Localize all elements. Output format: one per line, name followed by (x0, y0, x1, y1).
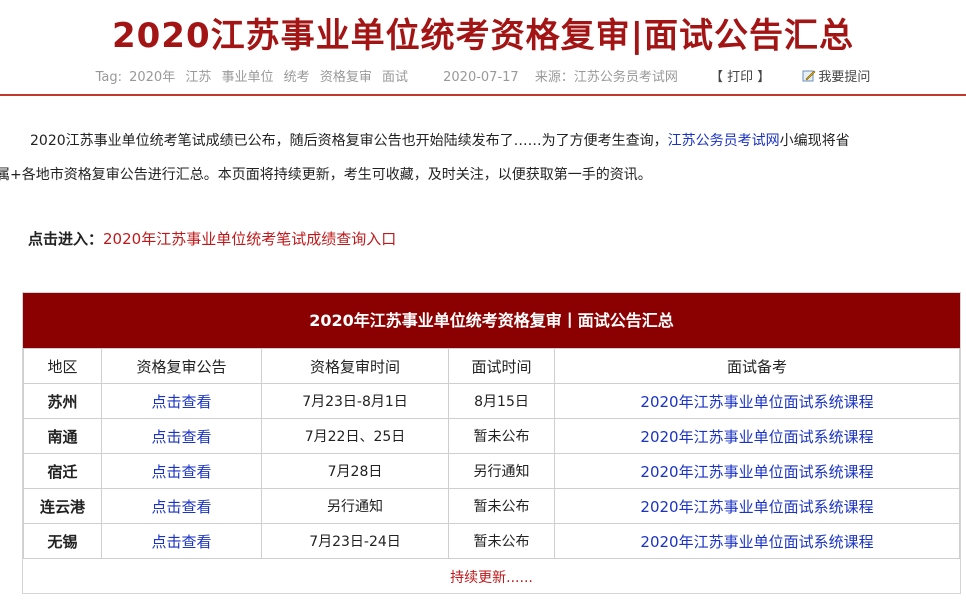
tag-link[interactable]: 江苏 (185, 70, 211, 85)
tag-link[interactable]: 事业单位 (222, 70, 274, 85)
notice-cell: 点击查看 (101, 418, 262, 454)
table-row: 苏州 点击查看 7月23日-8月1日 8月15日 2020年江苏事业单位面试系统… (23, 383, 960, 419)
prep-cell: 2020年江苏事业单位面试系统课程 (554, 488, 960, 524)
tag-link[interactable]: 面试 (382, 70, 408, 85)
view-notice-link[interactable]: 点击查看 (151, 498, 211, 516)
article-meta: Tag: 2020年 江苏 事业单位 统考 资格复审 面试 2020-07-17… (0, 66, 966, 85)
interview-time-cell: 暂未公布 (448, 418, 555, 454)
col-header: 资格复审时间 (261, 348, 449, 384)
notice-cell: 点击查看 (101, 523, 262, 559)
col-header: 面试备考 (554, 348, 960, 384)
intro-line-1: 2020江苏事业单位统考笔试成绩已公布，随后资格复审公告也开始陆续发布了……为了… (0, 124, 966, 158)
view-notice-link[interactable]: 点击查看 (151, 463, 211, 481)
region-cell: 无锡 (23, 523, 102, 559)
col-header: 资格复审公告 (101, 348, 262, 384)
table-header-row: 地区 资格复审公告 资格复审时间 面试时间 面试备考 (23, 348, 960, 384)
score-query-link[interactable]: 2020年江苏事业单位统考笔试成绩查询入口 (103, 230, 396, 248)
header-divider (0, 94, 966, 96)
entry-label: 点击进入： (28, 230, 104, 248)
prep-course-link[interactable]: 2020年江苏事业单位面试系统课程 (640, 393, 873, 411)
review-time-cell: 7月28日 (261, 453, 449, 489)
review-time-cell: 7月23日-8月1日 (261, 383, 449, 419)
continuous-update-note: 持续更新...... (450, 570, 533, 586)
intro-text-b: 小编现将省 (779, 133, 850, 149)
intro-line-2: 属+各地市资格复审公告进行汇总。本页面将持续更新，考生可收藏，及时关注，以便获取… (0, 167, 652, 183)
prep-course-link[interactable]: 2020年江苏事业单位面试系统课程 (640, 428, 873, 446)
review-time-cell: 7月23日-24日 (261, 523, 449, 559)
prep-cell: 2020年江苏事业单位面试系统课程 (554, 418, 960, 454)
site-link[interactable]: 江苏公务员考试网 (668, 133, 780, 149)
notice-cell: 点击查看 (101, 383, 262, 419)
tag-list: Tag: 2020年 江苏 事业单位 统考 资格复审 面试 (96, 70, 416, 85)
summary-table: 2020年江苏事业单位统考资格复审丨面试公告汇总 地区 资格复审公告 资格复审时… (22, 292, 961, 594)
ask-label: 我要提问 (818, 70, 871, 85)
table-row: 无锡 点击查看 7月23日-24日 暂未公布 2020年江苏事业单位面试系统课程 (23, 523, 960, 559)
notice-cell: 点击查看 (101, 488, 262, 524)
interview-time-cell: 8月15日 (448, 383, 555, 419)
table-row: 连云港 点击查看 另行通知 暂未公布 2020年江苏事业单位面试系统课程 (23, 488, 960, 524)
region-cell: 南通 (23, 418, 102, 454)
intro-paragraph: 2020江苏事业单位统考笔试成绩已公布，随后资格复审公告也开始陆续发布了……为了… (0, 124, 966, 192)
ask-button[interactable]: 我要提问 (802, 70, 870, 85)
prep-cell: 2020年江苏事业单位面试系统课程 (554, 453, 960, 489)
interview-time-cell: 暂未公布 (448, 523, 555, 559)
prep-course-link[interactable]: 2020年江苏事业单位面试系统课程 (640, 533, 873, 551)
table-row: 宿迁 点击查看 7月28日 另行通知 2020年江苏事业单位面试系统课程 (23, 453, 960, 489)
page-title: 2020江苏事业单位统考资格复审|面试公告汇总 (111, 16, 855, 56)
review-time-cell: 7月22日、25日 (261, 418, 449, 454)
publish-date: 2020-07-17 (443, 70, 519, 85)
prep-cell: 2020年江苏事业单位面试系统课程 (554, 383, 960, 419)
prep-course-link[interactable]: 2020年江苏事业单位面试系统课程 (640, 498, 873, 516)
tag-link[interactable]: 资格复审 (320, 70, 372, 85)
view-notice-link[interactable]: 点击查看 (151, 428, 211, 446)
col-header: 面试时间 (448, 348, 555, 384)
notice-cell: 点击查看 (101, 453, 262, 489)
prep-course-link[interactable]: 2020年江苏事业单位面试系统课程 (640, 463, 873, 481)
region-cell: 宿迁 (23, 453, 102, 489)
intro-text-a: 2020江苏事业单位统考笔试成绩已公布，随后资格复审公告也开始陆续发布了……为了… (30, 133, 668, 149)
tag-link[interactable]: 统考 (284, 70, 310, 85)
view-notice-link[interactable]: 点击查看 (151, 533, 211, 551)
source-text: 来源：江苏公务员考试网 (534, 70, 678, 85)
prep-cell: 2020年江苏事业单位面试系统课程 (554, 523, 960, 559)
table-row: 南通 点击查看 7月22日、25日 暂未公布 2020年江苏事业单位面试系统课程 (23, 418, 960, 454)
view-notice-link[interactable]: 点击查看 (151, 393, 211, 411)
region-cell: 苏州 (23, 383, 102, 419)
table-title: 2020年江苏事业单位统考资格复审丨面试公告汇总 (23, 293, 960, 348)
print-button[interactable]: 【 打印 】 (710, 70, 770, 85)
entry-line: 点击进入：2020年江苏事业单位统考笔试成绩查询入口 (28, 228, 396, 249)
interview-time-cell: 暂未公布 (448, 488, 555, 524)
notice-table: 地区 资格复审公告 资格复审时间 面试时间 面试备考 苏州 点击查看 7月23日… (23, 348, 960, 559)
tag-label: Tag: (95, 70, 122, 85)
region-cell: 连云港 (23, 488, 102, 524)
pencil-icon (802, 70, 816, 82)
interview-time-cell: 另行通知 (448, 453, 555, 489)
review-time-cell: 另行通知 (261, 488, 449, 524)
col-header: 地区 (23, 348, 102, 384)
tag-link[interactable]: 2020年 (129, 70, 175, 85)
